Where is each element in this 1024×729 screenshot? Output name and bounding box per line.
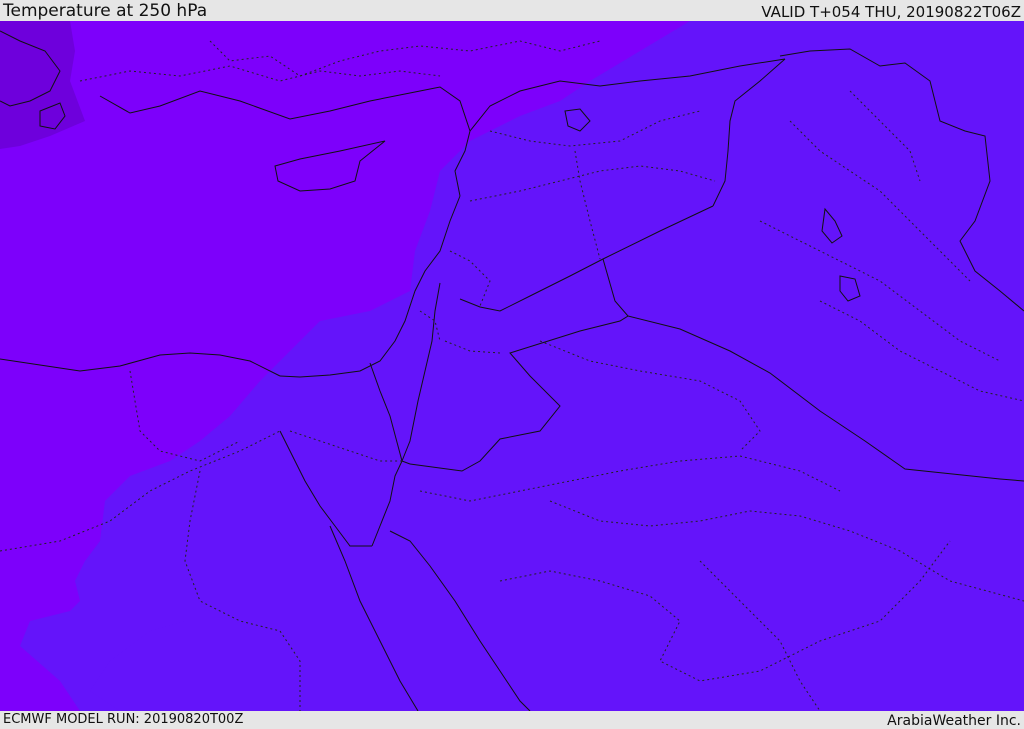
model-run: ECMWF MODEL RUN: 20190820T00Z: [3, 712, 244, 727]
temperature-map[interactable]: [0, 21, 1024, 711]
valid-time: VALID T+054 THU, 20190822T06Z: [761, 3, 1021, 21]
credit-label: ArabiaWeather Inc.: [887, 713, 1021, 729]
map-title: Temperature at 250 hPa: [3, 1, 208, 21]
header-bar: Temperature at 250 hPa VALID T+054 THU, …: [0, 0, 1024, 21]
footer-bar: ECMWF MODEL RUN: 20190820T00Z ArabiaWeat…: [0, 711, 1024, 729]
